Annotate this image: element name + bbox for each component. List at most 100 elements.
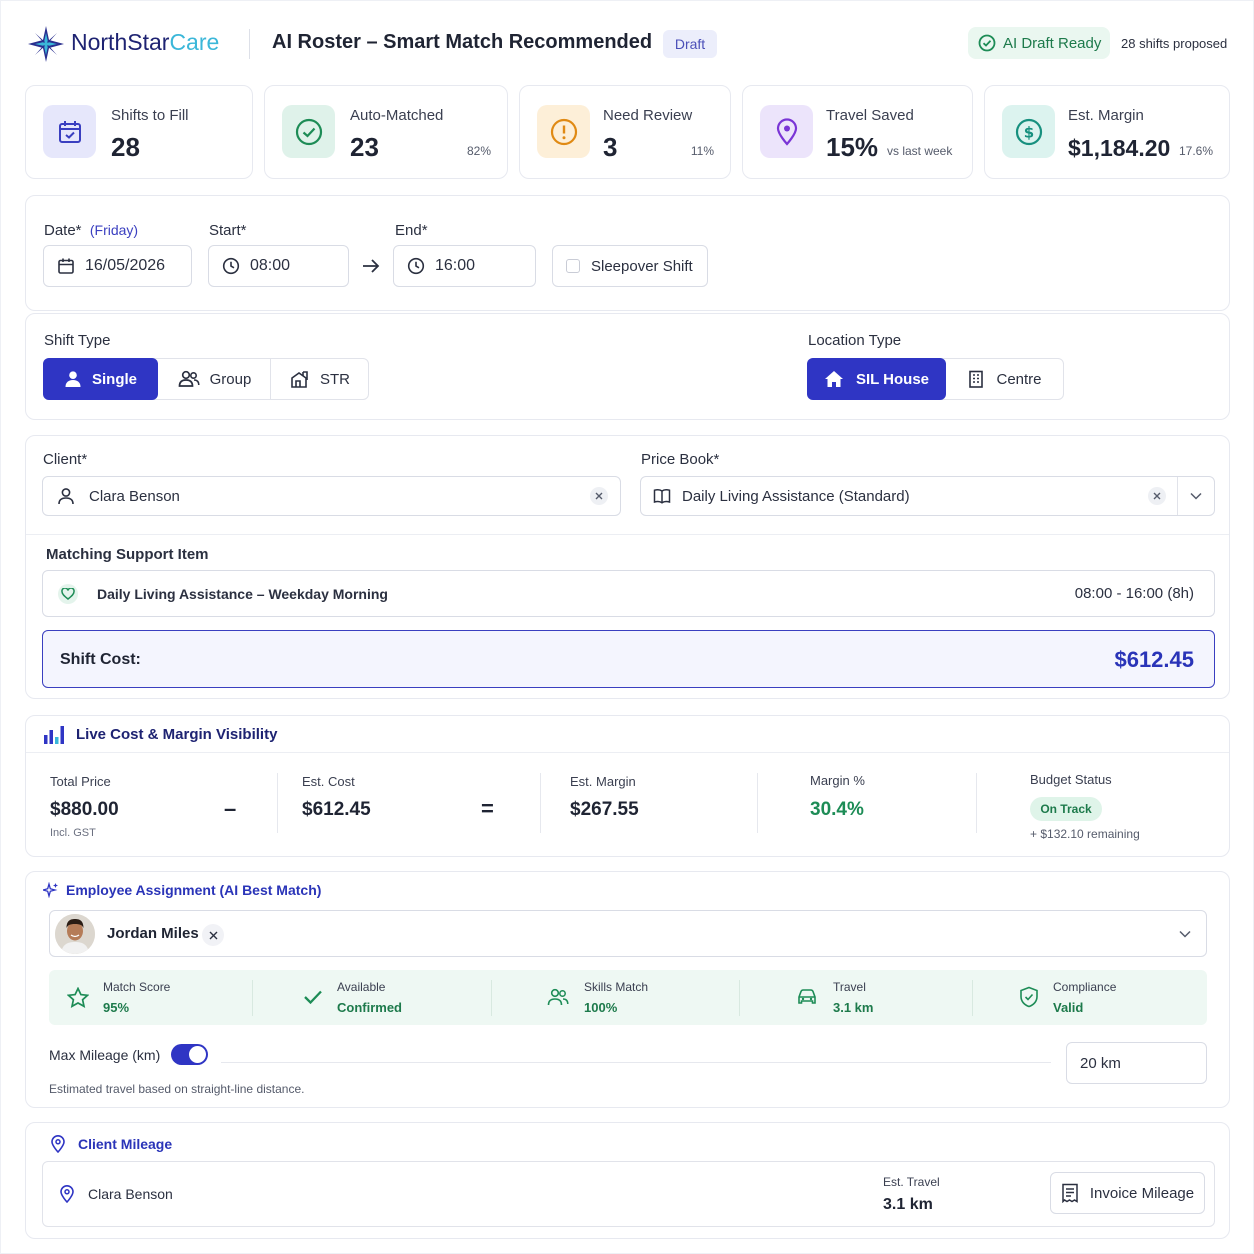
client-select[interactable]: Clara Benson xyxy=(42,476,621,516)
est-cost-value: $612.45 xyxy=(302,799,371,820)
date-label: Date* (Friday) xyxy=(44,222,138,239)
dollar-circle-icon: $ xyxy=(1002,105,1055,158)
shifts-proposed: 28 shifts proposed xyxy=(1121,36,1228,51)
client-mileage-name: Clara Benson xyxy=(88,1186,173,1202)
users-icon xyxy=(547,987,569,1007)
shield-check-icon xyxy=(1019,986,1039,1008)
alert-circle-icon xyxy=(537,105,590,158)
shift-cost-label: Shift Cost: xyxy=(60,651,141,668)
client-mileage-section: Client Mileage Clara Benson Est. Travel … xyxy=(25,1122,1230,1239)
chevron-down-icon[interactable] xyxy=(1190,492,1202,500)
brand-name-b: Care xyxy=(169,29,220,55)
sparkle-icon xyxy=(43,882,59,898)
stat-card-shifts: Shifts to Fill 28 xyxy=(25,85,253,179)
invoice-mileage-button[interactable]: Invoice Mileage xyxy=(1050,1172,1205,1214)
est-travel-value: 3.1 km xyxy=(883,1196,933,1213)
margin-pct-label: Margin % xyxy=(810,773,865,788)
minus-sign: – xyxy=(224,796,237,821)
stat-card-need-review: Need Review 3 11% xyxy=(519,85,731,179)
datetime-section: Date* (Friday) 16/05/2026 Start* 08:00 E… xyxy=(25,195,1230,311)
stat-percent: 82% xyxy=(466,144,491,158)
arrow-right-icon xyxy=(362,258,380,274)
date-value: 16/05/2026 xyxy=(85,257,166,274)
location-centre[interactable]: Centre xyxy=(947,358,1063,400)
date-input[interactable]: 16/05/2026 xyxy=(43,245,192,287)
support-label: Matching Support Item xyxy=(46,546,209,563)
avatar xyxy=(55,914,95,954)
metric-divider xyxy=(277,773,278,833)
stat-title: Shifts to Fill xyxy=(111,107,189,124)
metric-divider xyxy=(972,980,973,1016)
client-section: Client* Clara Benson Price Book* Daily L… xyxy=(25,435,1230,699)
skills-match-label: Skills Match xyxy=(584,980,649,994)
book-icon xyxy=(653,488,671,504)
remove-icon[interactable] xyxy=(202,924,224,946)
est-travel-label: Est. Travel xyxy=(883,1175,940,1189)
max-mileage-toggle[interactable] xyxy=(171,1044,208,1065)
client-label: Client* xyxy=(43,451,88,468)
stat-value: 15% xyxy=(826,132,879,162)
max-mileage-input[interactable]: 20 km xyxy=(1066,1042,1207,1084)
checkbox-box[interactable] xyxy=(566,259,580,273)
shift-type-group[interactable]: Group xyxy=(159,358,271,400)
dropdown-divider xyxy=(1177,477,1178,515)
svg-text:$: $ xyxy=(1023,123,1033,141)
building-icon xyxy=(968,370,984,388)
header-divider xyxy=(249,29,250,59)
shift-type-section: Shift Type Single Group STR Location Typ… xyxy=(25,313,1230,420)
stat-value: $1,184.20 xyxy=(1068,135,1171,161)
date-label-text: Date* xyxy=(44,222,82,239)
receipt-icon xyxy=(1061,1183,1079,1203)
end-time-input[interactable]: 16:00 xyxy=(393,245,536,287)
est-margin-label: Est. Margin xyxy=(570,774,636,789)
sleepover-label: Sleepover Shift xyxy=(591,257,693,275)
start-label: Start* xyxy=(209,222,247,239)
location-sil-house[interactable]: SIL House xyxy=(807,358,946,400)
employee-section: Employee Assignment (AI Best Match) Jord… xyxy=(25,871,1230,1108)
end-label: End* xyxy=(395,222,428,239)
car-icon xyxy=(796,988,818,1006)
shift-type-str[interactable]: STR xyxy=(272,358,368,400)
budget-note: + $132.10 remaining xyxy=(1030,827,1140,841)
bar-chart-icon xyxy=(43,725,65,745)
clear-icon[interactable] xyxy=(590,487,608,505)
max-mileage-value: 20 km xyxy=(1080,1054,1121,1072)
map-pin-icon xyxy=(59,1185,75,1203)
margin-section: Live Cost & Margin Visibility Total Pric… xyxy=(25,715,1230,857)
stat-percent: 11% xyxy=(690,144,714,158)
end-time-value: 16:00 xyxy=(435,257,476,274)
mileage-note: Estimated travel based on straight-line … xyxy=(49,1082,305,1096)
mileage-track xyxy=(221,1062,1051,1063)
shift-type-label: Shift Type xyxy=(44,332,111,349)
user-icon xyxy=(57,487,75,505)
toggle-knob xyxy=(189,1046,206,1063)
max-mileage-label: Max Mileage (km) xyxy=(49,1047,161,1063)
stat-card-travel-saved: Travel Saved 15% vs last week xyxy=(742,85,973,179)
shift-type-single[interactable]: Single xyxy=(43,358,158,400)
stat-note: vs last week xyxy=(887,144,953,158)
stat-title: Est. Margin xyxy=(1068,107,1144,124)
price-book-value: Daily Living Assistance (Standard) xyxy=(682,487,910,505)
stat-card-auto-matched: Auto-Matched 23 82% xyxy=(264,85,508,179)
margin-title: Live Cost & Margin Visibility xyxy=(76,726,278,743)
location-centre-label: Centre xyxy=(996,370,1042,388)
start-time-input[interactable]: 08:00 xyxy=(208,245,349,287)
employee-select[interactable]: Jordan Miles xyxy=(49,910,1207,957)
heart-icon xyxy=(58,583,78,604)
chevron-down-icon[interactable] xyxy=(1179,930,1191,938)
skills-match-value: 100% xyxy=(584,1000,618,1015)
section-divider xyxy=(26,752,1229,753)
support-item[interactable]: Daily Living Assistance – Weekday Mornin… xyxy=(42,570,1215,617)
page-title: AI Roster – Smart Match Recommended xyxy=(272,31,653,53)
brand-name-a: NorthStar xyxy=(71,29,170,55)
ai-ready-text: AI Draft Ready xyxy=(1003,34,1102,52)
compliance-value: Valid xyxy=(1053,1000,1084,1015)
users-icon xyxy=(178,370,200,388)
est-margin-value: $267.55 xyxy=(570,799,639,820)
sleepover-checkbox[interactable]: Sleepover Shift xyxy=(552,245,708,287)
price-book-select[interactable]: Daily Living Assistance (Standard) xyxy=(640,476,1215,516)
brand-name: NorthStarCare xyxy=(71,29,219,56)
invoice-mileage-label: Invoice Mileage xyxy=(1089,1184,1195,1202)
clear-icon[interactable] xyxy=(1148,487,1166,505)
travel-label: Travel xyxy=(833,980,866,994)
